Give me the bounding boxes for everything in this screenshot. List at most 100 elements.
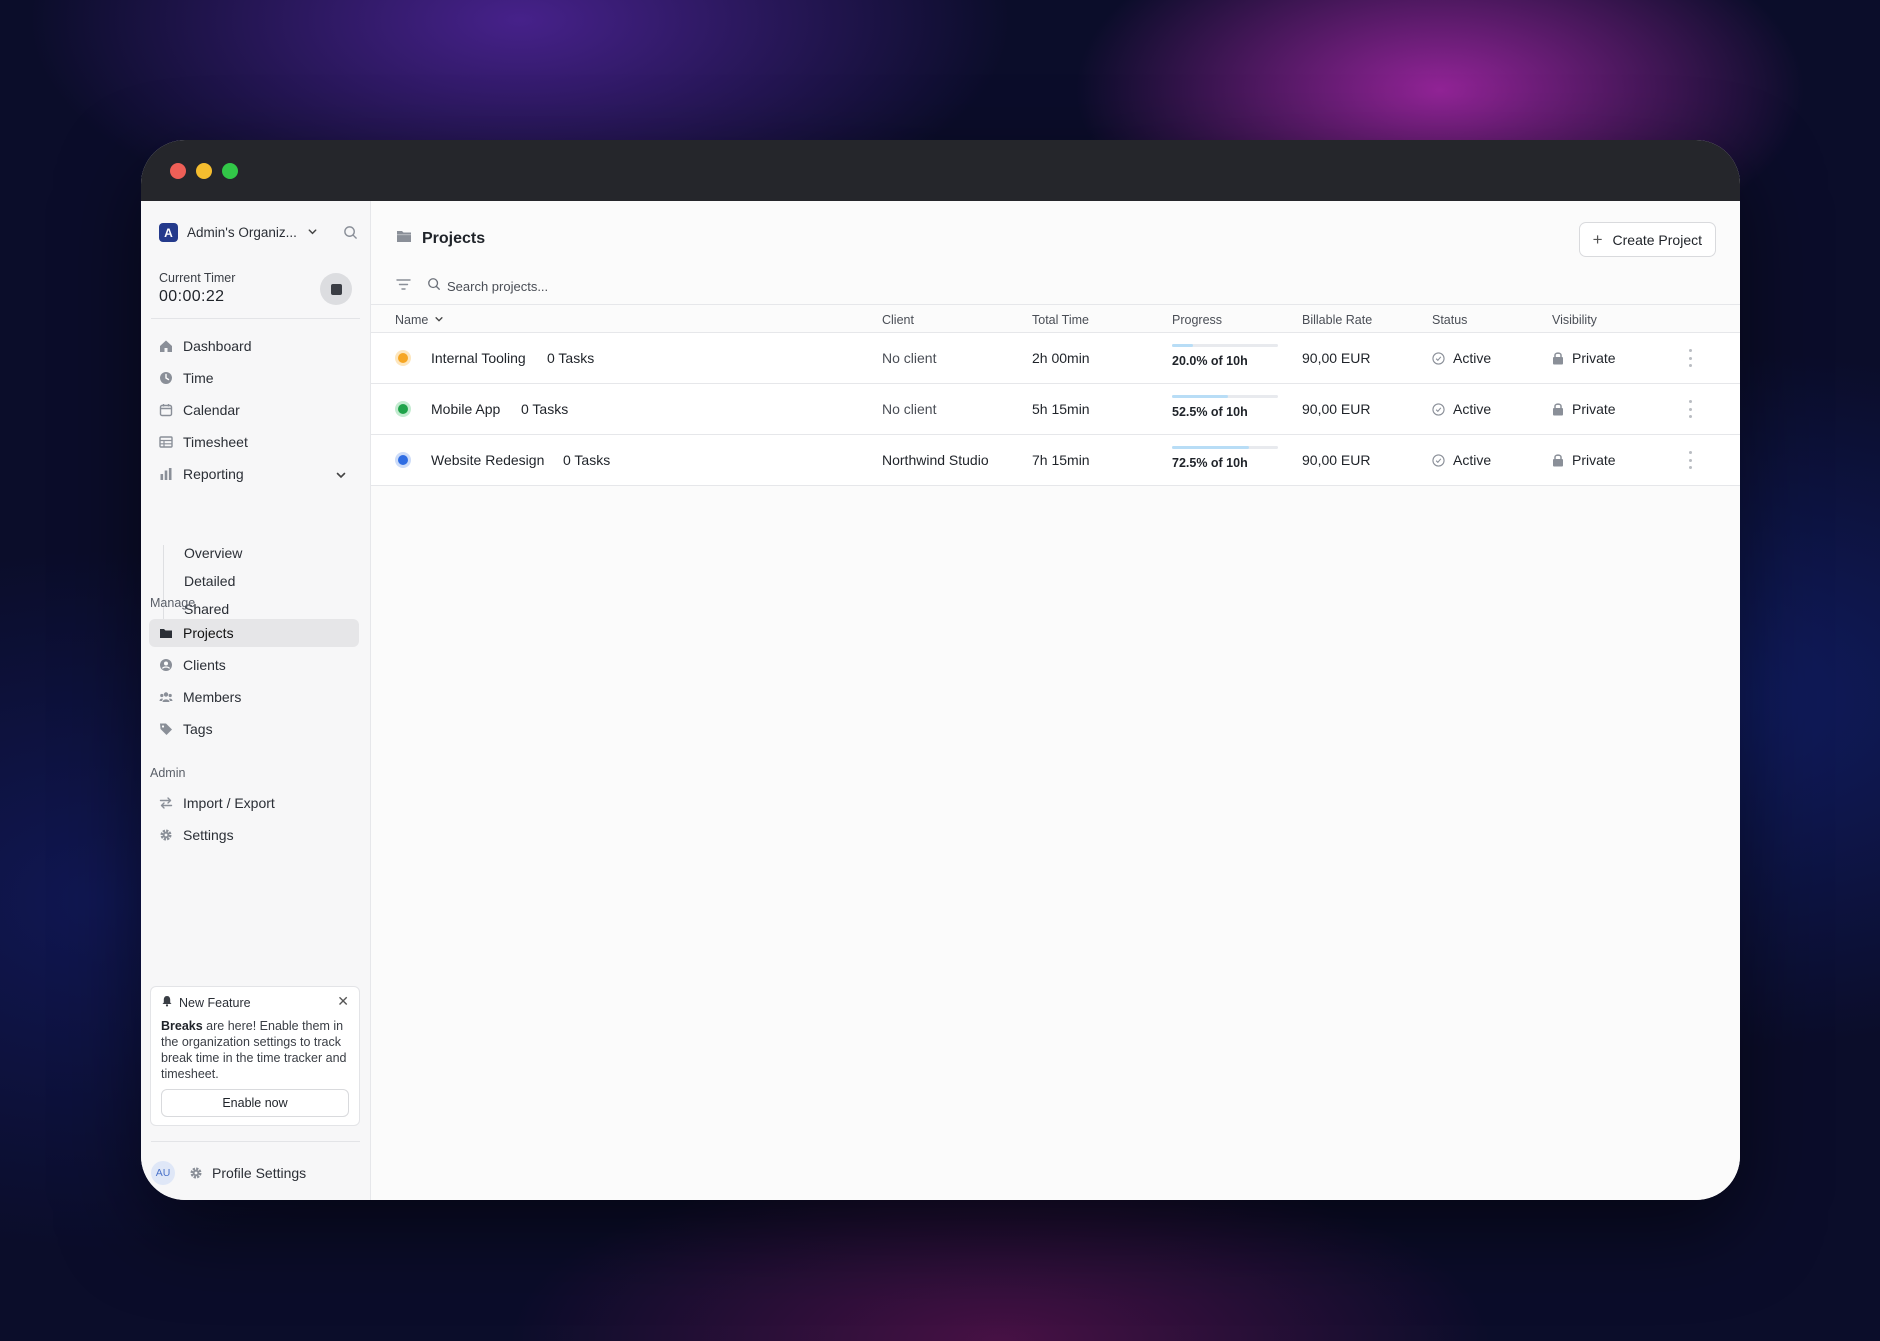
check-circle-icon — [1432, 402, 1445, 416]
progress-text: 52.5% of 10h — [1172, 405, 1248, 419]
table-icon — [159, 435, 173, 449]
nav-clients[interactable]: Clients — [149, 651, 359, 679]
new-feature-card: New Feature ✕ Breaks are here! Enable th… — [150, 986, 360, 1126]
avatar: AU — [151, 1161, 175, 1185]
table-header: Name Client Total Time Progress Billable… — [371, 304, 1740, 333]
chevron-down-icon — [434, 313, 444, 327]
nav-dashboard[interactable]: Dashboard — [149, 332, 359, 360]
column-name-header[interactable]: Name — [395, 313, 444, 327]
nav-settings[interactable]: Settings — [149, 821, 359, 849]
project-total-time: 7h 15min — [1032, 452, 1090, 468]
profile-settings[interactable]: AU Profile Settings — [151, 1161, 306, 1185]
nav-import-export[interactable]: Import / Export — [149, 789, 359, 817]
nav-timesheet[interactable]: Timesheet — [149, 428, 359, 456]
admin-section-label: Admin — [150, 766, 186, 780]
maximize-window-button[interactable] — [222, 163, 238, 179]
organization-name: Admin's Organiz... — [187, 225, 297, 240]
project-visibility: Private — [1552, 452, 1616, 468]
more-actions-icon[interactable] — [1687, 400, 1693, 418]
project-name[interactable]: Website Redesign — [431, 452, 544, 468]
app-window: A Admin's Organiz... Current Timer 00:00… — [141, 140, 1740, 1200]
nav-reporting[interactable]: Reporting — [149, 460, 359, 488]
project-name[interactable]: Mobile App — [431, 401, 500, 417]
project-billable-rate: 90,00 EUR — [1302, 401, 1371, 417]
enable-now-button[interactable]: Enable now — [161, 1089, 349, 1117]
title-bar — [141, 140, 1740, 201]
nav-settings-label: Settings — [183, 827, 234, 843]
project-client: Northwind Studio — [882, 452, 989, 468]
main-content: Projects + Create Project Name — [371, 201, 1740, 1200]
nav-timesheet-label: Timesheet — [183, 434, 248, 450]
minimize-window-button[interactable] — [196, 163, 212, 179]
project-tasks: 0 Tasks — [547, 350, 595, 366]
table-row[interactable]: Mobile App 0 Tasks No client 5h 15min 52… — [371, 384, 1740, 435]
tag-icon — [159, 722, 173, 736]
project-name[interactable]: Internal Tooling — [431, 350, 526, 366]
nav-reporting-label: Reporting — [183, 466, 244, 482]
project-total-time: 5h 15min — [1032, 401, 1090, 417]
bell-icon — [161, 995, 173, 1010]
feature-title: New Feature — [179, 995, 251, 1010]
more-actions-icon[interactable] — [1687, 349, 1693, 367]
lock-icon — [1553, 403, 1563, 416]
nav-calendar-label: Calendar — [183, 402, 240, 418]
folder-icon — [159, 626, 173, 640]
nav-clients-label: Clients — [183, 657, 226, 673]
project-client: No client — [882, 350, 937, 366]
check-circle-icon — [1432, 453, 1445, 467]
profile-settings-label: Profile Settings — [212, 1165, 307, 1181]
table-row[interactable]: Internal Tooling 0 Tasks No client 2h 00… — [371, 333, 1740, 384]
users-icon — [159, 690, 173, 704]
project-color-fill — [398, 353, 408, 363]
project-color-dot — [395, 401, 411, 417]
status-label: Active — [1453, 401, 1492, 417]
organization-switcher[interactable]: A Admin's Organiz... — [159, 223, 359, 242]
feature-highlight: Breaks — [161, 1019, 203, 1033]
clock-icon — [159, 371, 173, 385]
chevron-down-icon — [335, 468, 347, 484]
search-icon[interactable] — [343, 225, 359, 241]
nav-members[interactable]: Members — [149, 683, 359, 711]
search-box[interactable] — [427, 277, 747, 296]
nav-detailed[interactable]: Detailed — [184, 573, 235, 589]
nav-time-label: Time — [183, 370, 214, 386]
search-icon — [427, 277, 441, 296]
search-input[interactable] — [447, 279, 747, 294]
nav-time[interactable]: Time — [149, 364, 359, 392]
nav-overview[interactable]: Overview — [184, 545, 242, 561]
close-window-button[interactable] — [170, 163, 186, 179]
page-header: Projects — [396, 229, 485, 248]
progress-bar — [1172, 446, 1278, 449]
calendar-icon — [159, 403, 173, 417]
divider — [151, 318, 360, 319]
gear-icon — [189, 1166, 203, 1180]
nav-calendar[interactable]: Calendar — [149, 396, 359, 424]
project-billable-rate: 90,00 EUR — [1302, 350, 1371, 366]
manage-section-label: Manage — [150, 596, 196, 610]
status-label: Active — [1453, 350, 1492, 366]
lock-icon — [1553, 352, 1563, 365]
filter-icon[interactable] — [396, 278, 411, 296]
project-progress: 20.0% of 10h — [1172, 344, 1278, 368]
progress-text: 72.5% of 10h — [1172, 456, 1248, 470]
progress-text: 20.0% of 10h — [1172, 354, 1248, 368]
project-color-dot — [395, 350, 411, 366]
timer-label: Current Timer — [159, 271, 236, 285]
nav-projects[interactable]: Projects — [149, 619, 359, 647]
nav-tags[interactable]: Tags — [149, 715, 359, 743]
project-color-fill — [398, 404, 408, 414]
plus-icon: + — [1592, 229, 1603, 249]
project-color-dot — [395, 452, 411, 468]
visibility-label: Private — [1572, 452, 1616, 468]
lock-icon — [1553, 454, 1563, 467]
project-progress: 72.5% of 10h — [1172, 446, 1278, 470]
column-billable-rate-header: Billable Rate — [1302, 313, 1373, 327]
more-actions-icon[interactable] — [1687, 451, 1693, 469]
stop-timer-button[interactable] — [320, 273, 352, 305]
close-icon[interactable]: ✕ — [337, 993, 349, 1010]
progress-bar-fill — [1172, 446, 1249, 449]
table-row[interactable]: Website Redesign 0 Tasks Northwind Studi… — [371, 435, 1740, 486]
project-tasks: 0 Tasks — [563, 452, 611, 468]
create-project-label: Create Project — [1612, 231, 1702, 248]
create-project-button[interactable]: + Create Project — [1578, 222, 1716, 257]
